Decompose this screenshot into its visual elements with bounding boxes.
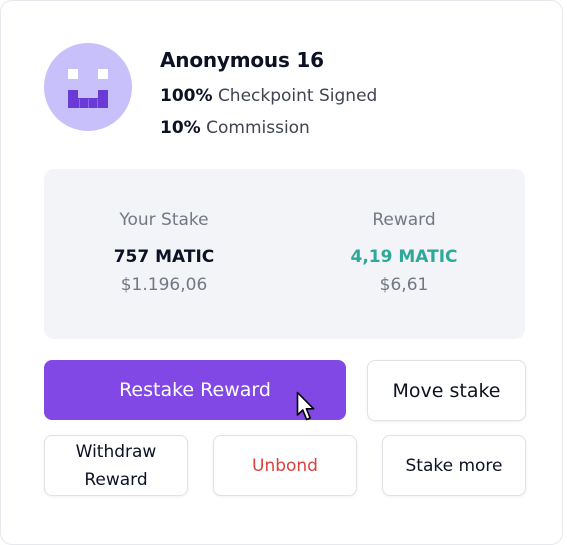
your-stake-usd: $1.196,06 bbox=[120, 275, 208, 295]
commission-value: 10% bbox=[160, 118, 201, 138]
reward-usd: $6,61 bbox=[379, 275, 429, 295]
your-stake-amount: 757 MATIC bbox=[113, 247, 215, 267]
pixel-face-icon bbox=[68, 69, 108, 108]
stake-more-button[interactable]: Stake more bbox=[382, 435, 526, 496]
move-stake-button[interactable]: Move stake bbox=[367, 360, 526, 421]
withdraw-reward-button[interactable]: Withdraw Reward bbox=[44, 435, 188, 496]
checkpoint-stat: 100% Checkpoint Signed bbox=[160, 86, 377, 106]
your-stake-label: Your Stake bbox=[119, 210, 209, 230]
unbond-button[interactable]: Unbond bbox=[213, 435, 357, 496]
commission-label: Commission bbox=[206, 118, 310, 138]
checkpoint-label: Checkpoint Signed bbox=[217, 86, 378, 106]
validator-avatar bbox=[44, 43, 132, 131]
validator-card: Anonymous 16 100% Checkpoint Signed 10% … bbox=[0, 0, 563, 545]
stake-summary-panel: Your Stake 757 MATIC $1.196,06 Reward 4,… bbox=[44, 169, 525, 339]
checkpoint-value: 100% bbox=[160, 86, 213, 106]
validator-name: Anonymous 16 bbox=[160, 48, 324, 72]
commission-stat: 10% Commission bbox=[160, 118, 310, 138]
reward-label: Reward bbox=[372, 210, 436, 230]
reward-amount: 4,19 MATIC bbox=[350, 247, 458, 267]
mouse-pointer-icon bbox=[296, 391, 315, 421]
